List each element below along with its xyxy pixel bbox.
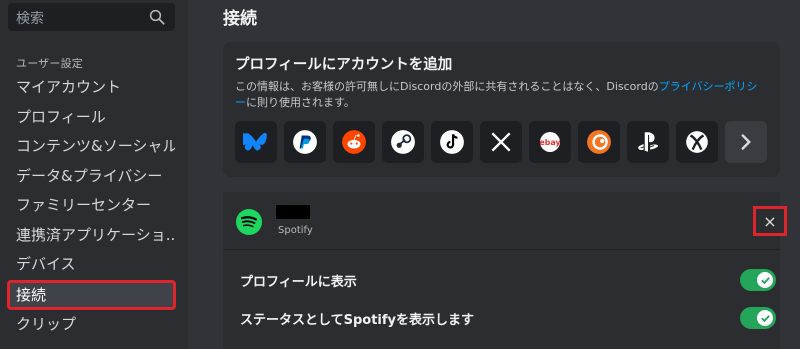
sidebar-item-devices[interactable]: デバイス bbox=[8, 250, 175, 278]
sidebar-item-my-account[interactable]: マイアカウント bbox=[8, 73, 175, 101]
search-placeholder: 検索 bbox=[16, 11, 44, 27]
show-on-profile-label: プロフィールに表示 bbox=[240, 275, 357, 290]
connect-xbox-button[interactable] bbox=[676, 121, 718, 163]
account-name-redacted bbox=[276, 205, 310, 219]
show-on-profile-row: プロフィールに表示 bbox=[240, 268, 776, 292]
connect-crunchyroll-button[interactable] bbox=[578, 121, 620, 163]
check-icon bbox=[760, 276, 770, 284]
description-text: この情報は、お客様の許可無しにDiscordの外部に共有されることはなく、Dis… bbox=[235, 80, 659, 93]
connect-playstation-button[interactable] bbox=[627, 121, 669, 163]
toggle-knob bbox=[757, 272, 773, 288]
steam-icon bbox=[391, 130, 415, 154]
spotify-icon bbox=[236, 209, 262, 235]
connect-tiktok-button[interactable] bbox=[431, 121, 473, 163]
close-icon: × bbox=[763, 211, 777, 231]
tiktok-icon bbox=[440, 130, 464, 154]
search-input[interactable]: 検索 bbox=[8, 3, 175, 31]
show-more-services-button[interactable] bbox=[725, 121, 767, 163]
connect-paypal-button[interactable] bbox=[284, 121, 326, 163]
section-header-user-settings: ユーザー設定 bbox=[16, 57, 83, 70]
chevron-right-icon bbox=[741, 134, 751, 150]
bluesky-icon bbox=[243, 132, 267, 151]
disconnect-button[interactable]: × bbox=[753, 206, 787, 236]
paypal-icon bbox=[293, 130, 317, 154]
sidebar-item-connections[interactable]: 接続 bbox=[7, 280, 176, 310]
x-icon bbox=[491, 132, 511, 152]
sidebar-item-family-center[interactable]: ファミリーセンター bbox=[8, 191, 175, 219]
connect-x-button[interactable] bbox=[480, 121, 522, 163]
sidebar-item-profile[interactable]: プロフィール bbox=[8, 103, 175, 131]
playstation-icon bbox=[638, 132, 659, 152]
description-text-end: に則り使用されます。 bbox=[246, 96, 355, 109]
reddit-icon bbox=[342, 130, 366, 154]
connect-steam-button[interactable] bbox=[382, 121, 424, 163]
spotify-connection-card: Spotify × プロフィールに表示 ステータスとしてSpotifyを表示しま… bbox=[223, 192, 787, 349]
crunchyroll-icon bbox=[587, 130, 611, 154]
show-on-profile-toggle[interactable] bbox=[740, 269, 776, 291]
connection-service-name: Spotify bbox=[278, 225, 313, 236]
sidebar-item-clips[interactable]: クリップ bbox=[8, 310, 175, 338]
sidebar-item-authorized-apps[interactable]: 連携済アプリケーショ... bbox=[8, 221, 175, 249]
svg-text:ebay: ebay bbox=[540, 138, 561, 147]
search-icon bbox=[149, 9, 165, 25]
add-account-card: プロフィールにアカウントを追加 この情報は、お客様の許可無しにDiscordの外… bbox=[223, 42, 780, 177]
add-account-title: プロフィールにアカウントを追加 bbox=[235, 57, 453, 73]
connect-reddit-button[interactable] bbox=[333, 121, 375, 163]
page-title: 接続 bbox=[223, 9, 257, 29]
connection-header: Spotify bbox=[223, 192, 780, 250]
add-account-description: この情報は、お客様の許可無しにDiscordの外部に共有されることはなく、Dis… bbox=[235, 79, 765, 111]
toggle-knob bbox=[757, 310, 773, 326]
ebay-icon: ebay bbox=[540, 132, 561, 152]
sidebar-item-content-social[interactable]: コンテンツ&ソーシャル bbox=[8, 132, 175, 160]
display-as-status-row: ステータスとしてSpotifyを表示します bbox=[240, 306, 776, 330]
connect-ebay-button[interactable]: ebay bbox=[529, 121, 571, 163]
connect-bluesky-button[interactable] bbox=[235, 121, 277, 163]
display-as-status-toggle[interactable] bbox=[740, 307, 776, 329]
sidebar-item-data-privacy[interactable]: データ&プライバシー bbox=[8, 162, 175, 190]
check-icon bbox=[760, 314, 770, 322]
xbox-icon bbox=[686, 131, 708, 153]
display-as-status-label: ステータスとしてSpotifyを表示します bbox=[240, 313, 475, 328]
settings-sidebar: 検索 ユーザー設定 マイアカウント プロフィール コンテンツ&ソーシャル データ… bbox=[0, 0, 188, 349]
